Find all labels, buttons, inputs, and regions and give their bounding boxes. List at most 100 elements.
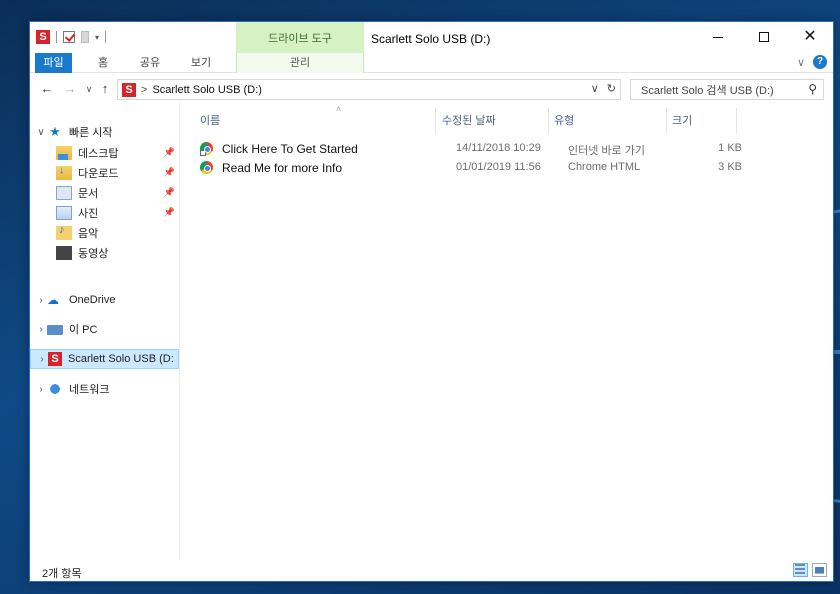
ribbon-right-controls: ∨ ?: [797, 55, 827, 69]
chevron-right-icon[interactable]: ›: [36, 354, 48, 365]
breadcrumb-separator-icon[interactable]: >: [141, 84, 147, 96]
item-count: 2개 항목: [42, 568, 82, 580]
title-bar[interactable]: S ▾ 드라이브 도구 Scarlett Solo USB (D:) ✕: [30, 22, 833, 53]
pin-icon[interactable]: 📌: [164, 207, 175, 218]
search-input[interactable]: Scarlett Solo 검색 USB (D:) ⚲: [630, 79, 824, 100]
nav-label: 빠른 시작: [69, 127, 113, 139]
tab-home[interactable]: 홈: [90, 53, 116, 73]
file-explorer-window: S ▾ 드라이브 도구 Scarlett Solo USB (D:) ✕ 파일 …: [29, 21, 834, 582]
chevron-right-icon[interactable]: ›: [35, 324, 47, 335]
nav-onedrive[interactable]: › ☁ OneDrive: [30, 290, 179, 310]
tab-view[interactable]: 보기: [186, 53, 216, 73]
nav-quick-access[interactable]: ∨ ★ 빠른 시작: [30, 122, 179, 142]
nav-label: 네트워크: [69, 384, 110, 396]
nav-drive-d[interactable]: › S Scarlett Solo USB (D:: [30, 349, 179, 369]
shortcut-arrow-icon: [200, 150, 206, 156]
nav-item-downloads[interactable]: 다운로드 📌: [30, 163, 179, 183]
navigation-pane: ∨ ★ 빠른 시작 데스크탑 📌 다운로드 📌 문서 📌 사진 📌 음악: [30, 102, 180, 562]
downloads-folder-icon: [56, 165, 72, 180]
file-date: 01/01/2019 11:56: [456, 161, 541, 173]
chevron-right-icon[interactable]: ›: [35, 295, 47, 306]
videos-icon: [56, 246, 72, 260]
column-divider[interactable]: [666, 108, 667, 134]
nav-item-videos[interactable]: 동영상: [30, 243, 179, 263]
pin-icon[interactable]: 📌: [164, 147, 175, 158]
nav-label: Scarlett Solo USB (D:: [68, 353, 174, 365]
file-row[interactable]: Click Here To Get Started 14/11/2018 10:…: [194, 140, 754, 158]
up-arrow-icon[interactable]: ↑: [96, 79, 114, 99]
column-divider[interactable]: [548, 108, 549, 134]
maximize-icon: [759, 32, 769, 42]
minimize-button[interactable]: [695, 22, 741, 52]
drive-icon: S: [122, 82, 136, 97]
computer-icon: [47, 325, 63, 335]
tab-manage[interactable]: 관리: [236, 53, 364, 73]
music-icon: [56, 224, 72, 240]
column-divider[interactable]: [435, 108, 436, 134]
pin-icon[interactable]: 📌: [164, 167, 175, 178]
column-divider[interactable]: [736, 108, 737, 134]
nav-label: 사진: [78, 208, 99, 220]
nav-label: 문서: [78, 188, 99, 200]
address-history-chevron-icon[interactable]: ∨: [591, 82, 599, 95]
breadcrumb-drive[interactable]: Scarlett Solo USB (D:): [152, 84, 261, 96]
chrome-icon: [200, 161, 213, 174]
view-toggle: [793, 563, 827, 577]
large-icons-view-button[interactable]: [812, 563, 827, 577]
column-header-date[interactable]: 수정된 날짜: [442, 108, 496, 134]
back-arrow-icon[interactable]: ←: [38, 79, 56, 99]
file-row[interactable]: Read Me for more Info 01/01/2019 11:56 C…: [194, 159, 754, 177]
new-folder-icon[interactable]: [81, 31, 89, 43]
column-header-name[interactable]: 이름: [200, 108, 220, 134]
address-tools: ∨ ↻: [591, 82, 616, 95]
ribbon-tabs: 파일 홈 공유 보기 관리 ∨ ?: [30, 53, 833, 73]
tab-share[interactable]: 공유: [135, 53, 165, 73]
window-controls: ✕: [695, 22, 833, 52]
nav-this-pc[interactable]: › 이 PC: [30, 319, 179, 339]
expand-ribbon-chevron-icon[interactable]: ∨: [797, 56, 805, 69]
network-icon: [47, 382, 63, 396]
search-placeholder: Scarlett Solo 검색 USB (D:): [641, 84, 774, 97]
nav-item-desktop[interactable]: 데스크탑 📌: [30, 143, 179, 163]
navigation-bar: ← → ∨ ↑ S > Scarlett Solo USB (D:) ∨ ↻ S…: [30, 76, 833, 102]
properties-icon[interactable]: [63, 31, 75, 43]
help-icon[interactable]: ?: [813, 55, 827, 69]
chevron-right-icon[interactable]: ›: [35, 384, 47, 395]
nav-label: OneDrive: [69, 294, 116, 306]
customize-toolbar-dropdown-icon[interactable]: ▾: [95, 33, 99, 42]
large-icons-view-icon: [813, 564, 826, 576]
file-date: 14/11/2018 10:29: [456, 142, 541, 154]
quick-access-toolbar: S ▾: [36, 28, 107, 46]
file-type: 인터넷 바로 가기: [568, 145, 645, 157]
sort-ascending-icon: ˄: [336, 104, 342, 114]
pin-icon[interactable]: 📌: [164, 187, 175, 198]
close-icon: ✕: [803, 28, 817, 45]
file-list: ˄ 이름 수정된 날짜 유형 크기 Click Here To Get Star…: [180, 102, 833, 562]
tab-file[interactable]: 파일: [35, 53, 72, 73]
details-view-button[interactable]: [793, 563, 808, 577]
cloud-icon: ☁: [47, 293, 59, 307]
chevron-down-icon[interactable]: ∨: [35, 127, 47, 138]
status-bar: 2개 항목: [30, 560, 833, 581]
drive-icon: S: [48, 352, 62, 366]
close-button[interactable]: ✕: [787, 22, 833, 52]
file-name: Read Me for more Info: [222, 161, 343, 175]
minimize-icon: [713, 36, 723, 38]
search-icon[interactable]: ⚲: [808, 82, 817, 96]
column-header-type[interactable]: 유형: [554, 108, 574, 134]
forward-arrow-icon[interactable]: →: [61, 79, 79, 99]
maximize-button[interactable]: [741, 22, 787, 52]
refresh-icon[interactable]: ↻: [607, 82, 616, 95]
address-bar[interactable]: S > Scarlett Solo USB (D:) ∨ ↻: [117, 79, 621, 100]
file-type: Chrome HTML: [568, 161, 641, 173]
drive-app-icon: S: [36, 30, 50, 44]
column-header-size[interactable]: 크기: [672, 108, 692, 134]
nav-label: 데스크탑: [78, 148, 119, 160]
drive-tools-context-label: 드라이브 도구: [236, 22, 364, 53]
nav-network[interactable]: › 네트워크: [30, 379, 179, 399]
nav-item-documents[interactable]: 문서 📌: [30, 183, 179, 203]
file-size: 3 KB: [718, 161, 742, 173]
nav-item-music[interactable]: 음악: [30, 223, 179, 243]
nav-item-pictures[interactable]: 사진 📌: [30, 203, 179, 223]
nav-label: 이 PC: [69, 324, 98, 336]
